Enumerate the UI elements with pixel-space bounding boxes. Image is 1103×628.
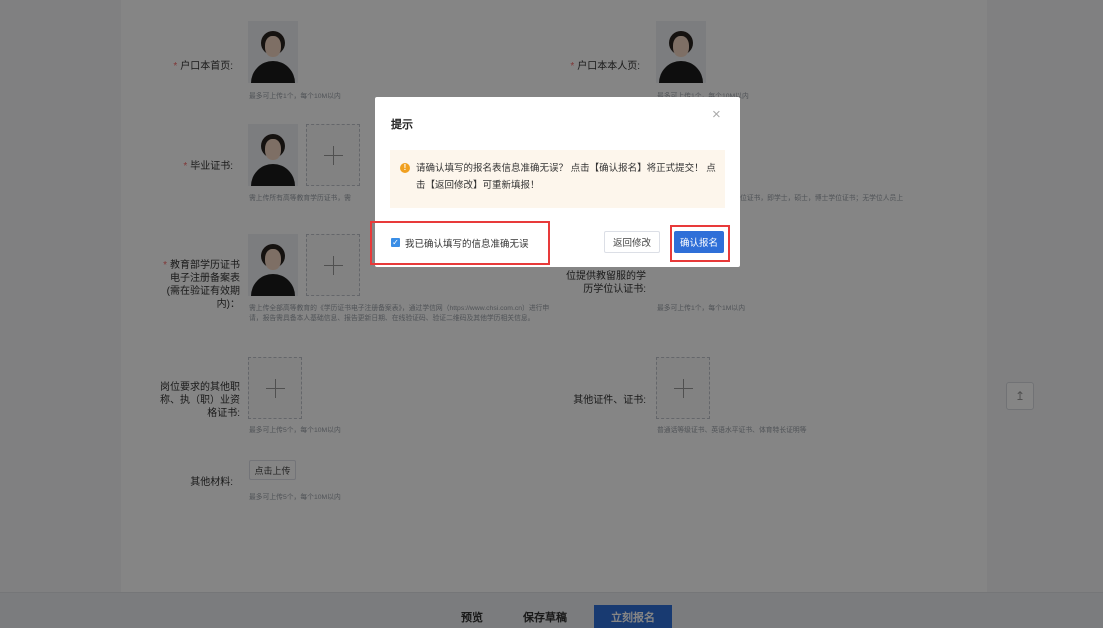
- warning-icon: !: [400, 163, 410, 173]
- close-icon[interactable]: ×: [712, 107, 721, 122]
- warning-alert: ! 请确认填写的报名表信息准确无误？ 点击【确认报名】将正式提交！ 点击【返回修…: [390, 150, 725, 208]
- modal-overlay[interactable]: [0, 0, 1103, 628]
- checkbox-highlight: [370, 221, 550, 265]
- dialog-title: 提示: [391, 119, 413, 131]
- alert-message: 请确认填写的报名表信息准确无误？ 点击【确认报名】将正式提交！ 点击【返回修改】…: [416, 163, 716, 191]
- back-edit-button[interactable]: 返回修改: [604, 231, 660, 253]
- confirm-button-highlight: [670, 225, 730, 262]
